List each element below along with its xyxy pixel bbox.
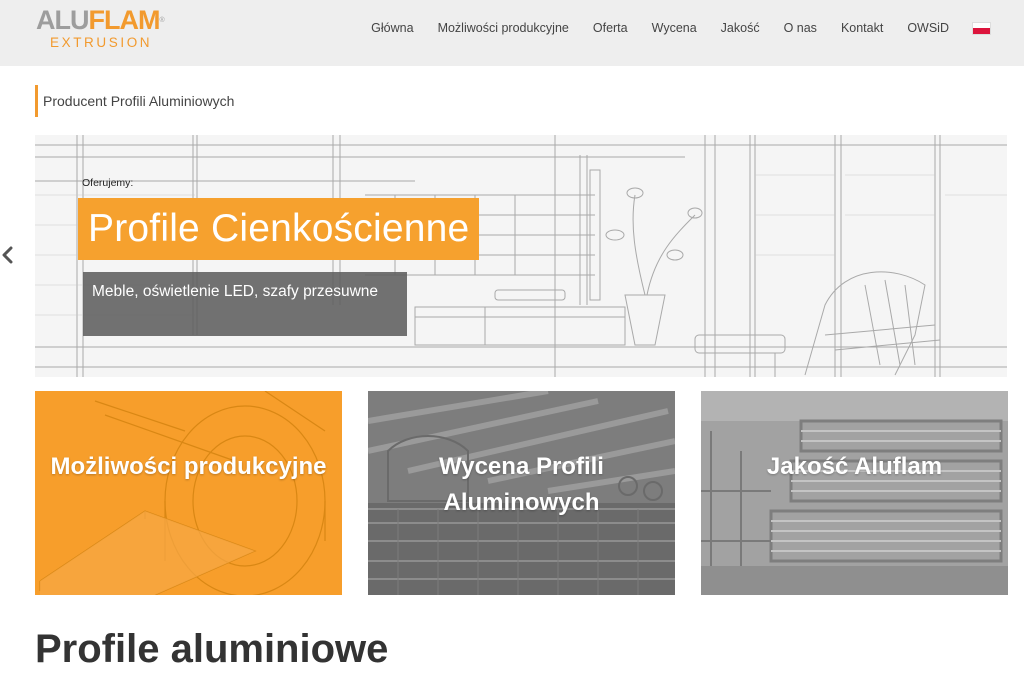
factory-racks-image <box>701 391 1008 595</box>
nav-item-wycena[interactable]: Wycena <box>652 19 697 37</box>
production-drawing-image <box>39 391 326 595</box>
tile-label: Jakość Aluflam <box>766 453 943 480</box>
hero-slider[interactable]: Oferujemy: Profile Cienkościenne Meble, … <box>35 135 1007 377</box>
hero-description: Meble, oświetlenie LED, szafy przesuwne <box>83 272 407 336</box>
nav-item-o-nas[interactable]: O nas <box>784 19 817 37</box>
main-navigation: Główna Możliwości produkcyjne Oferta Wyc… <box>371 19 990 37</box>
site-header: ALUFLAM® EXTRUSION Główna Możliwości pro… <box>0 0 1024 66</box>
page-subtitle: Producent Profili Aluminiowych <box>35 85 234 117</box>
pl-flag-icon[interactable] <box>973 22 990 34</box>
nav-item-kontakt[interactable]: Kontakt <box>841 19 883 37</box>
nav-item-glowna[interactable]: Główna <box>371 19 413 37</box>
tile-jakosc-aluflam[interactable]: Jakość Aluflam <box>701 391 1008 595</box>
nav-item-jakosc[interactable]: Jakość <box>721 19 760 37</box>
section-heading: Profile aluminiowe <box>35 627 389 671</box>
tile-wycena-profili[interactable]: Wycena Profili Aluminowych <box>368 391 675 595</box>
tile-label: Możliwości produkcyjne <box>50 453 327 480</box>
tile-label: Wycena Profili Aluminowych <box>439 453 604 516</box>
nav-item-mozliwosci-produkcyjne[interactable]: Możliwości produkcyjne <box>438 19 569 37</box>
tile-mozliwosci-produkcyjne[interactable]: Możliwości produkcyjne <box>35 391 342 595</box>
logo-wordmark: ALUFLAM® <box>36 5 165 35</box>
aluflam-logo[interactable]: ALUFLAM® EXTRUSION <box>36 7 176 53</box>
hero-title[interactable]: Profile Cienkościenne <box>78 198 480 260</box>
chevron-left-icon[interactable] <box>0 244 16 266</box>
nav-item-owsid[interactable]: OWSiD <box>907 19 949 37</box>
nav-item-oferta[interactable]: Oferta <box>593 19 628 37</box>
logo-subtitle: EXTRUSION <box>50 35 153 50</box>
hero-kicker: Oferujemy: <box>82 177 134 189</box>
